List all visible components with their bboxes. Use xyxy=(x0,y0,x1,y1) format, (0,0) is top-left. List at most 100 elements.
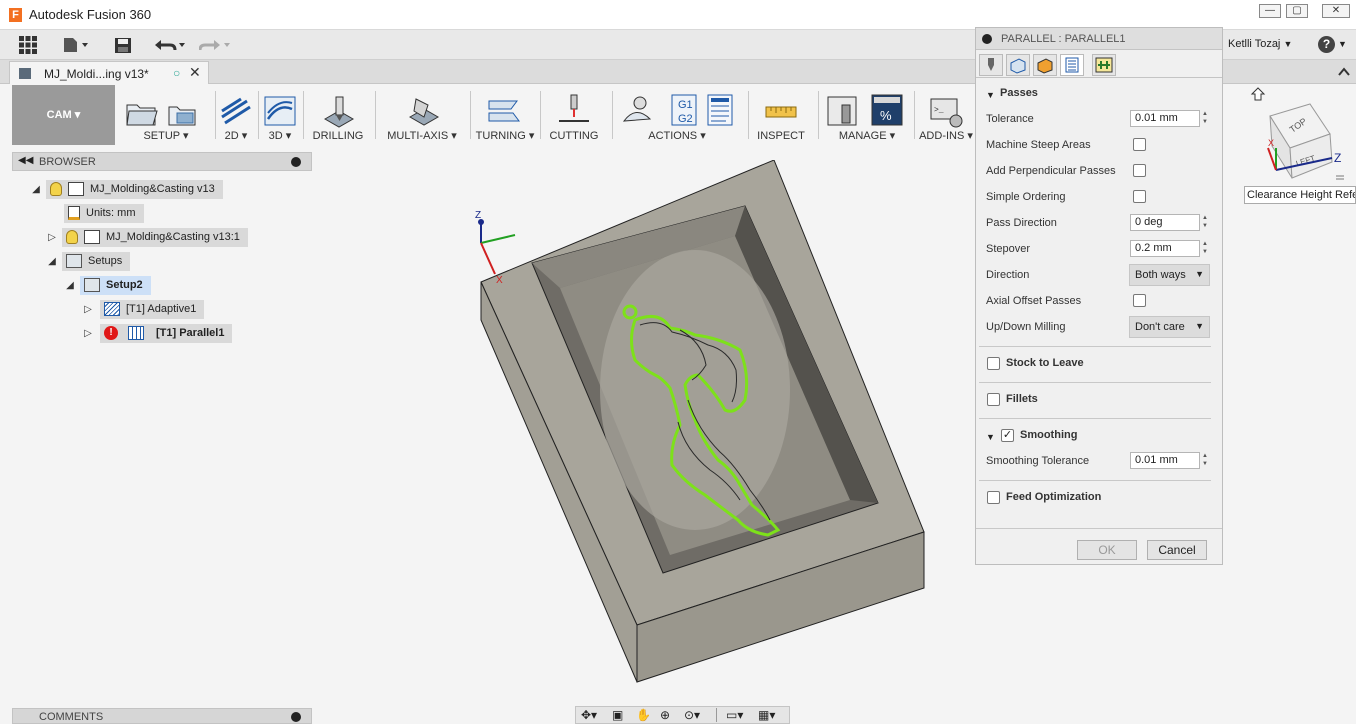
up-down-milling-label: Up/Down Milling xyxy=(986,321,1066,333)
redo-icon[interactable] xyxy=(199,37,233,53)
stock-to-leave-label: Stock to Leave xyxy=(1006,357,1084,369)
tolerance-spinner[interactable]: ▲ ▼ xyxy=(1200,110,1210,127)
tree-node-label: MJ_Molding&Casting v13 xyxy=(90,183,215,195)
passes-collapse-icon[interactable]: ▼ xyxy=(986,90,995,100)
save-icon[interactable] xyxy=(114,37,132,54)
parallel-toolpath-icon xyxy=(128,326,144,340)
ok-button[interactable]: OK xyxy=(1077,540,1137,560)
tree-node-parallel1[interactable]: ▷ ! [T1] Parallel1 xyxy=(82,323,233,343)
collapse-browser-icon[interactable]: ◀◀ xyxy=(18,155,33,166)
2d-group[interactable]: 2D ▾ xyxy=(216,85,256,145)
document-tab[interactable]: MJ_Moldi...ing v13* ○ ✕ xyxy=(9,61,209,84)
look-at-icon[interactable]: ▣ xyxy=(612,708,623,722)
stock-to-leave-checkbox[interactable] xyxy=(987,357,1000,370)
close-window-button[interactable]: ✕ xyxy=(1322,4,1350,18)
direction-select[interactable]: Both ways ▼ xyxy=(1129,264,1210,286)
tolerance-field[interactable]: 0.01 mm xyxy=(1130,110,1200,127)
expand-toggle-icon[interactable]: ◢ xyxy=(30,184,42,195)
setup-group[interactable]: SETUP ▾ xyxy=(118,85,214,145)
grid-settings-icon[interactable]: ▦▾ xyxy=(758,708,775,722)
parallel-dialog: PARALLEL : PARALLEL1 ▼ Passes Tolerance … xyxy=(975,27,1223,565)
collapse-toolbar-icon[interactable] xyxy=(1338,67,1350,76)
cancel-button[interactable]: Cancel xyxy=(1147,540,1207,560)
setup-sheet-icon xyxy=(707,94,733,126)
toolbar-divider xyxy=(612,91,613,139)
tree-node-setup2[interactable]: ◢ Setup2 xyxy=(64,275,151,295)
orbit-icon[interactable]: ✥▾ xyxy=(581,708,597,722)
machine-steep-areas-checkbox[interactable] xyxy=(1133,138,1146,151)
smoothing-tolerance-spinner[interactable]: ▲ ▼ xyxy=(1200,452,1210,469)
pan-icon[interactable]: ✋ xyxy=(636,708,651,722)
turning-group[interactable]: TURNING ▾ xyxy=(474,85,536,145)
stepover-spinner[interactable]: ▲ ▼ xyxy=(1200,240,1210,257)
linking-tab[interactable] xyxy=(1092,54,1116,76)
app-grid-icon[interactable] xyxy=(19,36,37,54)
heights-tab[interactable] xyxy=(1033,54,1057,76)
multi-axis-group[interactable]: MULTI-AXIS ▾ xyxy=(382,85,462,145)
geometry-tab[interactable] xyxy=(1006,54,1030,76)
smoothing-checkbox[interactable]: ✓ xyxy=(1001,429,1014,442)
fillets-checkbox[interactable] xyxy=(987,393,1000,406)
file-menu-icon[interactable] xyxy=(63,37,91,53)
tree-node-document[interactable]: ◢ MJ_Molding&Casting v13 xyxy=(30,179,223,199)
dialog-collapse-icon[interactable] xyxy=(982,34,992,44)
inspect-group[interactable]: INSPECT xyxy=(752,85,810,145)
display-settings-icon[interactable]: ▭▾ xyxy=(726,708,743,722)
tree-node-setups[interactable]: ◢ Setups xyxy=(46,251,131,271)
expand-toggle-icon[interactable]: ◢ xyxy=(64,280,76,291)
user-menu[interactable]: Ketlli Tozaj ▼ xyxy=(1228,38,1292,50)
simple-ordering-checkbox[interactable] xyxy=(1133,190,1146,203)
3d-group[interactable]: 3D ▾ xyxy=(260,85,300,145)
browser-minus-icon[interactable] xyxy=(291,157,301,167)
mold-model-viewport[interactable]: Z X xyxy=(470,160,940,685)
multi-axis-icon xyxy=(408,98,440,126)
add-perpendicular-passes-checkbox[interactable] xyxy=(1133,164,1146,177)
browser-panel: ◀◀ BROWSER ◢ MJ_Molding&Casting v13 Unit… xyxy=(12,152,312,692)
cutting-group[interactable]: CUTTING xyxy=(544,85,604,145)
up-down-milling-select[interactable]: Don't care ▼ xyxy=(1129,316,1210,338)
divider xyxy=(979,346,1211,347)
zoom-window-icon[interactable]: ⊙▾ xyxy=(684,708,700,722)
dialog-tabs xyxy=(976,50,1222,78)
pass-direction-field[interactable]: 0 deg xyxy=(1130,214,1200,231)
stepover-field[interactable]: 0.2 mm xyxy=(1130,240,1200,257)
expand-toggle-icon[interactable]: ▷ xyxy=(46,232,58,243)
lightbulb-icon[interactable] xyxy=(66,230,78,244)
expand-toggle-icon[interactable]: ▷ xyxy=(82,304,94,315)
template-library-icon: % xyxy=(871,94,903,126)
pass-direction-spinner[interactable]: ▲ ▼ xyxy=(1200,214,1210,231)
expand-toggle-icon[interactable]: ◢ xyxy=(46,256,58,267)
drilling-icon xyxy=(323,96,355,128)
minimize-button[interactable]: — xyxy=(1259,4,1281,18)
title-bar: F Autodesk Fusion 360 — ▢ ✕ xyxy=(0,0,1356,30)
drilling-group[interactable]: DRILLING xyxy=(308,85,368,145)
axial-offset-passes-checkbox[interactable] xyxy=(1133,294,1146,307)
passes-section-title: Passes xyxy=(1000,87,1038,99)
viewcube-menu-icon xyxy=(1336,175,1344,180)
actions-group[interactable]: G1 G2 ACTIONS ▾ xyxy=(616,85,738,145)
workspace-switcher[interactable]: CAM ▾ xyxy=(12,85,115,145)
feed-optimization-checkbox[interactable] xyxy=(987,491,1000,504)
manage-group[interactable]: % MANAGE ▾ xyxy=(822,85,912,145)
tree-node-adaptive1[interactable]: ▷ [T1] Adaptive1 xyxy=(82,299,205,319)
maximize-button[interactable]: ▢ xyxy=(1286,4,1308,18)
expand-toggle-icon[interactable]: ▷ xyxy=(82,328,94,339)
add-ins-group[interactable]: >_ ADD-INS ▾ xyxy=(918,85,974,145)
undo-icon[interactable] xyxy=(154,37,188,53)
setup-folder-icon xyxy=(84,278,100,292)
add-comment-icon[interactable] xyxy=(291,712,301,722)
close-tab-icon[interactable]: ✕ xyxy=(189,64,201,81)
zoom-icon[interactable]: ⊕ xyxy=(660,708,670,722)
tree-node-model[interactable]: ▷ MJ_Molding&Casting v13:1 xyxy=(46,227,248,247)
comments-panel[interactable]: COMMENTS xyxy=(12,708,312,724)
machine-steep-areas-label: Machine Steep Areas xyxy=(986,139,1091,151)
smoothing-tolerance-field[interactable]: 0.01 mm xyxy=(1130,452,1200,469)
smoothing-collapse-icon[interactable]: ▼ xyxy=(986,432,995,442)
lightbulb-icon[interactable] xyxy=(50,182,62,196)
tool-tab[interactable] xyxy=(979,54,1003,76)
help-caret-icon[interactable]: ▼ xyxy=(1338,39,1347,49)
viewcube[interactable]: TOP LEFT Z X xyxy=(1244,86,1354,186)
help-icon[interactable]: ? xyxy=(1318,36,1335,53)
tree-node-units[interactable]: Units: mm xyxy=(64,203,144,223)
passes-tab[interactable] xyxy=(1060,54,1084,76)
